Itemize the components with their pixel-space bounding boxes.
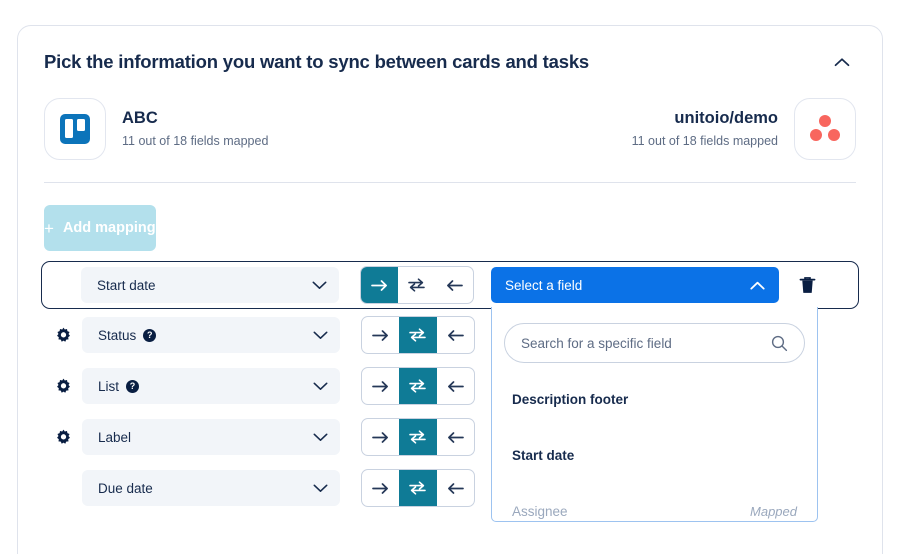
direction-left-button[interactable] bbox=[437, 419, 474, 455]
search-input[interactable] bbox=[521, 335, 771, 351]
option-tag: Mapped bbox=[750, 503, 797, 519]
source-field-label: Label bbox=[98, 429, 132, 445]
direction-both-button[interactable] bbox=[399, 419, 437, 455]
chevron-up-icon bbox=[834, 58, 850, 67]
gear-icon bbox=[56, 378, 70, 393]
target-field-wrap: Select a field Search for a specific fie… bbox=[491, 267, 818, 522]
list-item: Assignee Mapped bbox=[492, 483, 817, 521]
arrow-left-icon bbox=[447, 279, 464, 291]
field-search-wrap bbox=[504, 323, 805, 363]
option-label: Description footer bbox=[512, 391, 629, 407]
direction-left-button[interactable] bbox=[437, 470, 474, 506]
add-mapping-label: Add mapping bbox=[62, 220, 156, 236]
source-field-select[interactable]: Label bbox=[82, 419, 340, 455]
direction-toggle-group bbox=[361, 469, 475, 507]
direction-right-button[interactable] bbox=[362, 470, 399, 506]
arrows-bidirectional-icon bbox=[409, 481, 427, 495]
delete-mapping-button[interactable] bbox=[795, 270, 819, 300]
direction-left-button[interactable] bbox=[437, 368, 474, 404]
direction-toggle-group bbox=[361, 316, 475, 354]
target-field-label: Select a field bbox=[505, 277, 583, 293]
direction-right-button[interactable] bbox=[362, 419, 399, 455]
plus-icon: + bbox=[44, 218, 54, 238]
source-field-label: Due date bbox=[98, 480, 153, 496]
arrow-right-icon bbox=[371, 482, 388, 494]
chevron-down-icon bbox=[312, 281, 327, 289]
arrows-bidirectional-icon bbox=[409, 379, 427, 393]
app-root: Pick the information you want to sync be… bbox=[0, 0, 899, 554]
search-icon bbox=[771, 335, 788, 351]
option-label: Assignee bbox=[512, 503, 568, 519]
gear-icon bbox=[56, 429, 70, 444]
table-row: Start date Select a field Search for a s… bbox=[41, 261, 859, 522]
source-app-name: ABC bbox=[122, 109, 158, 128]
target-app: unitoio/demo 11 out of 18 fields mapped bbox=[632, 98, 856, 160]
direction-left-button[interactable] bbox=[437, 317, 474, 353]
arrow-right-icon bbox=[370, 279, 387, 291]
field-dropdown-panel: Description footer Start date Assignee M… bbox=[491, 307, 818, 522]
asana-icon bbox=[794, 98, 856, 160]
direction-both-button[interactable] bbox=[399, 368, 437, 404]
source-field-select[interactable]: Due date bbox=[82, 470, 340, 506]
list-item[interactable]: Start date bbox=[492, 427, 817, 483]
arrow-right-icon bbox=[371, 380, 388, 392]
chevron-down-icon bbox=[313, 484, 328, 492]
direction-left-button[interactable] bbox=[436, 267, 473, 303]
trello-icon bbox=[44, 98, 106, 160]
arrows-bidirectional-icon bbox=[409, 328, 427, 342]
source-field-select[interactable]: Start date bbox=[81, 267, 339, 303]
direction-both-button[interactable] bbox=[398, 267, 435, 303]
sync-settings-card: Pick the information you want to sync be… bbox=[17, 25, 883, 554]
gear-icon bbox=[56, 327, 70, 342]
direction-toggle-group bbox=[361, 418, 475, 456]
list-item[interactable]: Description footer bbox=[492, 371, 817, 427]
source-field-label: List bbox=[98, 378, 120, 394]
collapse-section-button[interactable] bbox=[828, 48, 856, 76]
row-settings-button[interactable] bbox=[44, 378, 82, 395]
add-mapping-button[interactable]: + Add mapping bbox=[44, 205, 156, 251]
row-settings-button[interactable] bbox=[44, 327, 82, 344]
mapping-rows: Start date Select a field Search for a s… bbox=[18, 261, 882, 522]
direction-toggle-group bbox=[360, 266, 474, 304]
direction-both-button[interactable] bbox=[399, 317, 437, 353]
direction-toggle-group bbox=[361, 367, 475, 405]
chevron-down-icon bbox=[313, 433, 328, 441]
arrow-right-icon bbox=[371, 329, 388, 341]
help-icon[interactable]: ? bbox=[126, 379, 140, 393]
row-settings-button[interactable] bbox=[44, 429, 82, 446]
source-field-select[interactable]: Status ? bbox=[82, 317, 340, 353]
chevron-down-icon bbox=[313, 382, 328, 390]
direction-right-button[interactable] bbox=[361, 267, 399, 303]
direction-right-button[interactable] bbox=[362, 317, 399, 353]
arrow-left-icon bbox=[448, 380, 465, 392]
header-divider bbox=[44, 182, 856, 183]
chevron-up-icon bbox=[750, 281, 765, 289]
source-app: ABC 11 out of 18 fields mapped bbox=[44, 98, 268, 160]
arrow-left-icon bbox=[448, 329, 465, 341]
help-icon[interactable]: ? bbox=[143, 328, 157, 342]
card-header: Pick the information you want to sync be… bbox=[18, 26, 882, 76]
connected-apps-row: ABC 11 out of 18 fields mapped unitoio/d… bbox=[18, 76, 882, 160]
arrow-left-icon bbox=[448, 482, 465, 494]
option-label: Start date bbox=[512, 447, 575, 463]
arrow-right-icon bbox=[371, 431, 388, 443]
chevron-down-icon bbox=[313, 331, 328, 339]
direction-right-button[interactable] bbox=[362, 368, 399, 404]
source-app-mapped-count: 11 out of 18 fields mapped bbox=[122, 133, 269, 148]
arrows-bidirectional-icon bbox=[409, 430, 427, 444]
direction-both-button[interactable] bbox=[399, 470, 437, 506]
target-app-name: unitoio/demo bbox=[674, 109, 778, 128]
target-field-select[interactable]: Select a field bbox=[491, 267, 779, 303]
target-app-mapped-count: 11 out of 18 fields mapped bbox=[631, 133, 778, 148]
source-field-label: Status bbox=[98, 327, 137, 343]
arrows-bidirectional-icon bbox=[408, 278, 426, 292]
trash-icon bbox=[799, 276, 815, 293]
page-title: Pick the information you want to sync be… bbox=[44, 51, 589, 72]
source-field-select[interactable]: List ? bbox=[82, 368, 340, 404]
source-field-label: Start date bbox=[97, 277, 156, 293]
arrow-left-icon bbox=[448, 431, 465, 443]
